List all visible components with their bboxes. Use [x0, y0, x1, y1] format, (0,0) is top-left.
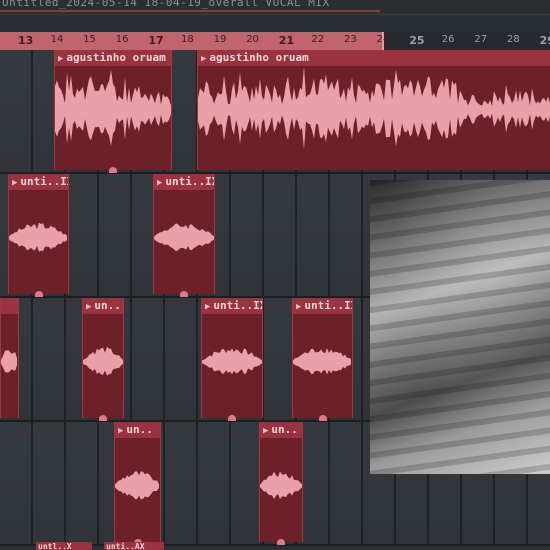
timeline-tick-label: 24 — [376, 34, 390, 45]
clip-fade-handle[interactable] — [99, 415, 107, 421]
timeline-tick-label: 13 — [18, 34, 34, 47]
waveform — [1, 350, 17, 373]
audio-clip[interactable]: ▶unti..IX — [8, 174, 69, 297]
timeline-ruler[interactable]: 13 14 15 16 17 18 19 20 21 22 23 24 25 26 27 28 29 — [0, 32, 550, 50]
window-title-bar: Untitled_2024-05-14 18-04-19_overall VOC… — [0, 0, 550, 15]
clip-fade-handle[interactable] — [34, 291, 43, 297]
audio-clip[interactable]: ▶ un.. — [82, 298, 124, 421]
clip-label: unti..IX — [304, 299, 352, 312]
waveform — [115, 471, 159, 500]
timeline-tick-label: 16 — [115, 34, 129, 45]
audio-clip[interactable]: ▶ agustinho oruam — [197, 50, 550, 170]
clip-label: unti..IX — [213, 299, 262, 312]
waveform-shape — [260, 471, 302, 500]
clip-label: un.. — [271, 423, 298, 436]
clip-fade-handle[interactable] — [228, 415, 236, 421]
audio-clip[interactable]: ▶unti..IX — [153, 174, 215, 297]
timeline-tick-label: 22 — [311, 34, 325, 45]
audio-clip[interactable]: untl..X — [36, 542, 92, 550]
audio-clip[interactable]: ▶ un.. — [259, 422, 303, 545]
clip-label: agustinho oruam — [209, 51, 309, 64]
video-overlay-image — [370, 180, 550, 474]
waveform — [9, 222, 67, 252]
clip-menu-icon[interactable]: ▶ — [296, 302, 301, 312]
clip-menu-icon[interactable]: ▶ — [86, 302, 91, 312]
timeline-tick-label: 19 — [213, 34, 227, 45]
timeline-tick-label: 23 — [344, 34, 357, 45]
window-title: Untitled_2024-05-14 18-04-19_overall VOC… — [2, 0, 330, 9]
waveform-shape — [293, 348, 351, 375]
timeline-tick-label: 25 — [409, 34, 425, 47]
clip-header[interactable]: ▶unti..IX — [9, 174, 68, 190]
waveform-shape — [9, 222, 67, 252]
clip-label: un.. — [94, 299, 121, 312]
waveform-shape — [198, 68, 550, 150]
audio-clip[interactable]: unti..AX — [104, 542, 164, 550]
clip-header[interactable]: ▶ agustinho oruam — [55, 50, 171, 66]
waveform — [83, 346, 123, 376]
clip-header[interactable]: ▶unti..IX — [293, 298, 352, 314]
waveform-shape — [1, 350, 17, 373]
clip-header[interactable]: ▶unti..IX — [154, 174, 214, 190]
clip-menu-icon[interactable]: ▶ — [263, 426, 268, 436]
clip-menu-icon[interactable]: ▶ — [118, 426, 123, 436]
timeline-tick-label: 29 — [539, 34, 550, 47]
timeline-tick-label: 26 — [441, 34, 455, 45]
track-row-5[interactable]: untl..X unti..AX — [0, 542, 550, 550]
audio-clip[interactable]: ▶ agustinho oruam — [54, 50, 172, 173]
clip-menu-icon[interactable]: ▶ — [157, 178, 162, 188]
clip-menu-icon[interactable]: ▶ — [12, 178, 17, 188]
audio-clip[interactable]: ▶unti..IX — [292, 298, 353, 421]
timeline-tick-label: 28 — [507, 34, 520, 45]
timeline-tick-label: 21 — [278, 34, 295, 47]
waveform — [55, 70, 171, 146]
track-row-1[interactable]: ▶ agustinho oruam ▶ agustinho oruam — [0, 50, 550, 174]
waveform — [260, 471, 302, 500]
clip-header[interactable]: ▶ un.. — [83, 298, 123, 314]
waveform — [198, 68, 550, 150]
clip-label: unti..IX — [20, 175, 68, 188]
timeline-tick-label: 14 — [50, 34, 64, 45]
clip-label: un.. — [126, 423, 153, 436]
clip-menu-icon[interactable]: ▶ — [201, 54, 206, 64]
timeline-tick-label: 15 — [83, 34, 96, 45]
audio-clip[interactable]: ▶ un.. — [114, 422, 161, 545]
clip-fade-handle[interactable] — [109, 167, 117, 173]
timeline-tick-label: 20 — [246, 34, 259, 45]
clip-header[interactable]: ▶ un.. — [115, 422, 160, 438]
timeline-tick-label: 17 — [148, 34, 164, 47]
timeline-tick-label: 18 — [181, 34, 194, 45]
waveform-shape — [55, 70, 171, 146]
audio-clip[interactable] — [0, 298, 19, 418]
waveform — [154, 223, 214, 252]
waveform-shape — [154, 223, 214, 252]
clip-label: agustinho oruam — [66, 51, 166, 64]
clip-label: unti..IX — [165, 175, 214, 188]
clip-header[interactable]: ▶ un.. — [260, 422, 302, 438]
waveform-shape — [202, 348, 262, 375]
clip-header[interactable]: ▶unti..IX — [202, 298, 262, 314]
waveform-shape — [83, 346, 123, 376]
title-underline — [0, 10, 380, 12]
clip-header[interactable] — [1, 298, 18, 314]
waveform — [293, 348, 351, 375]
timeline-tick-label: 27 — [474, 34, 488, 45]
clip-menu-icon[interactable]: ▶ — [205, 302, 210, 312]
clip-fade-handle[interactable] — [318, 415, 327, 421]
clip-fade-handle[interactable] — [180, 291, 188, 297]
waveform-shape — [115, 471, 159, 500]
clip-menu-icon[interactable]: ▶ — [58, 54, 63, 64]
clip-header[interactable]: ▶ agustinho oruam — [198, 50, 550, 66]
audio-clip[interactable]: ▶unti..IX — [201, 298, 263, 421]
waveform — [202, 348, 262, 375]
